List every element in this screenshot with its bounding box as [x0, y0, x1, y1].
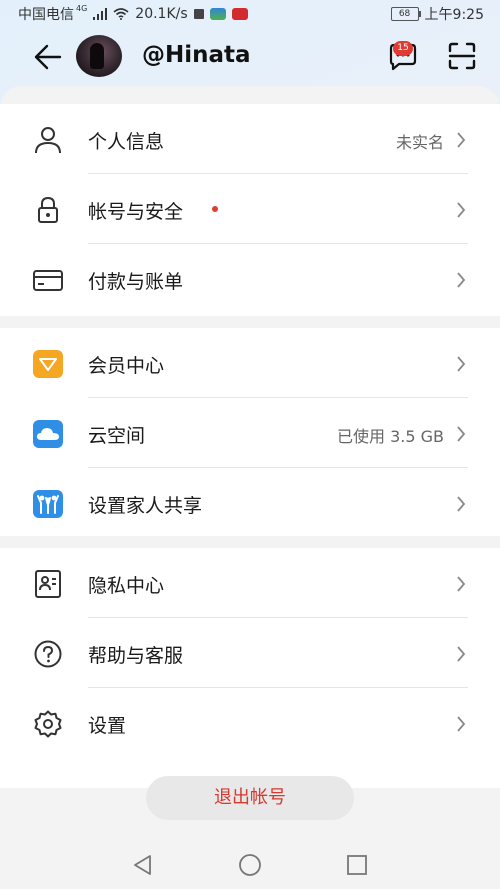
username: @Hinata: [142, 42, 251, 68]
chevron-right-icon: [457, 202, 466, 218]
notification-icon: [193, 9, 204, 19]
diamond-icon: [33, 350, 63, 378]
menu-item-label: 帐号与安全: [88, 201, 184, 223]
account-menu-card: 个人信息 未实名 帐号与安全 付款与账单 会员中心 云空间 已使用 3.5 GB…: [0, 86, 500, 889]
chevron-right-icon: [457, 356, 466, 372]
menu-item-payment-billing[interactable]: 付款与账单: [0, 244, 500, 314]
chevron-right-icon: [457, 576, 466, 592]
cloud-icon: [33, 420, 63, 448]
chevron-right-icon: [457, 716, 466, 732]
menu-item-label: 帮助与客服: [88, 645, 184, 667]
menu-group-services: 会员中心 云空间 已使用 3.5 GB 设置家人共享: [0, 328, 500, 536]
network-speed: 20.1K/s: [135, 6, 188, 22]
battery-level: 68: [398, 9, 411, 19]
menu-group-account: 个人信息 未实名 帐号与安全 付款与账单: [0, 104, 500, 316]
menu-item-personal-info[interactable]: 个人信息 未实名: [0, 104, 500, 174]
menu-item-membership[interactable]: 会员中心: [0, 328, 500, 398]
menu-item-label: 付款与账单: [88, 271, 184, 293]
nav-back-icon[interactable]: [130, 852, 156, 878]
logout-button[interactable]: 退出帐号: [146, 776, 354, 820]
family-icon: [33, 490, 63, 518]
nav-recents-icon[interactable]: [344, 852, 370, 878]
gallery-app-icon: [209, 8, 226, 20]
status-bar: 中国电信 4G 20.1K/s 68 上午9:25: [0, 0, 500, 26]
menu-item-privacy-center[interactable]: 隐私中心: [0, 548, 500, 618]
menu-item-label: 云空间: [88, 425, 146, 447]
avatar[interactable]: [76, 35, 122, 77]
menu-item-help-support[interactable]: 帮助与客服: [0, 618, 500, 688]
menu-item-label: 设置: [88, 715, 127, 737]
chevron-right-icon: [457, 272, 466, 288]
storage-used: 已使用 3.5 GB: [337, 427, 444, 446]
menu-item-label: 个人信息: [88, 131, 165, 153]
menu-item-label: 隐私中心: [88, 575, 165, 597]
menu-item-account-security[interactable]: 帐号与安全: [0, 174, 500, 244]
system-nav-bar: [0, 842, 500, 889]
menu-item-settings[interactable]: 设置: [0, 688, 500, 758]
huawei-app-icon: [231, 8, 248, 20]
menu-item-label: 会员中心: [88, 355, 165, 377]
card-icon: [33, 270, 63, 291]
menu-item-label: 设置家人共享: [88, 495, 203, 517]
chevron-right-icon: [457, 496, 466, 512]
battery-icon: 68: [390, 7, 421, 21]
carrier-label: 中国电信: [18, 7, 74, 23]
verification-status: 未实名: [395, 133, 444, 152]
wifi-icon: [113, 8, 129, 20]
clock: 上午9:25: [424, 7, 484, 23]
message-count-badge: 15: [393, 41, 413, 56]
menu-group-support: 隐私中心 帮助与客服 设置: [0, 548, 500, 788]
network-type: 4G: [76, 3, 88, 13]
scan-icon[interactable]: [446, 40, 478, 72]
back-arrow-icon[interactable]: [32, 42, 62, 72]
nav-home-icon[interactable]: [237, 852, 263, 878]
chevron-right-icon: [457, 426, 466, 442]
help-icon: [34, 640, 62, 668]
gear-icon: [34, 710, 62, 738]
menu-item-cloud-space[interactable]: 云空间 已使用 3.5 GB: [0, 398, 500, 468]
privacy-card-icon: [35, 570, 61, 598]
chevron-right-icon: [457, 132, 466, 148]
lock-icon: [38, 196, 58, 223]
menu-item-family-sharing[interactable]: 设置家人共享: [0, 468, 500, 538]
chevron-right-icon: [457, 646, 466, 662]
signal-icon: [93, 8, 108, 20]
person-icon: [35, 127, 61, 154]
alert-dot: [212, 206, 218, 212]
